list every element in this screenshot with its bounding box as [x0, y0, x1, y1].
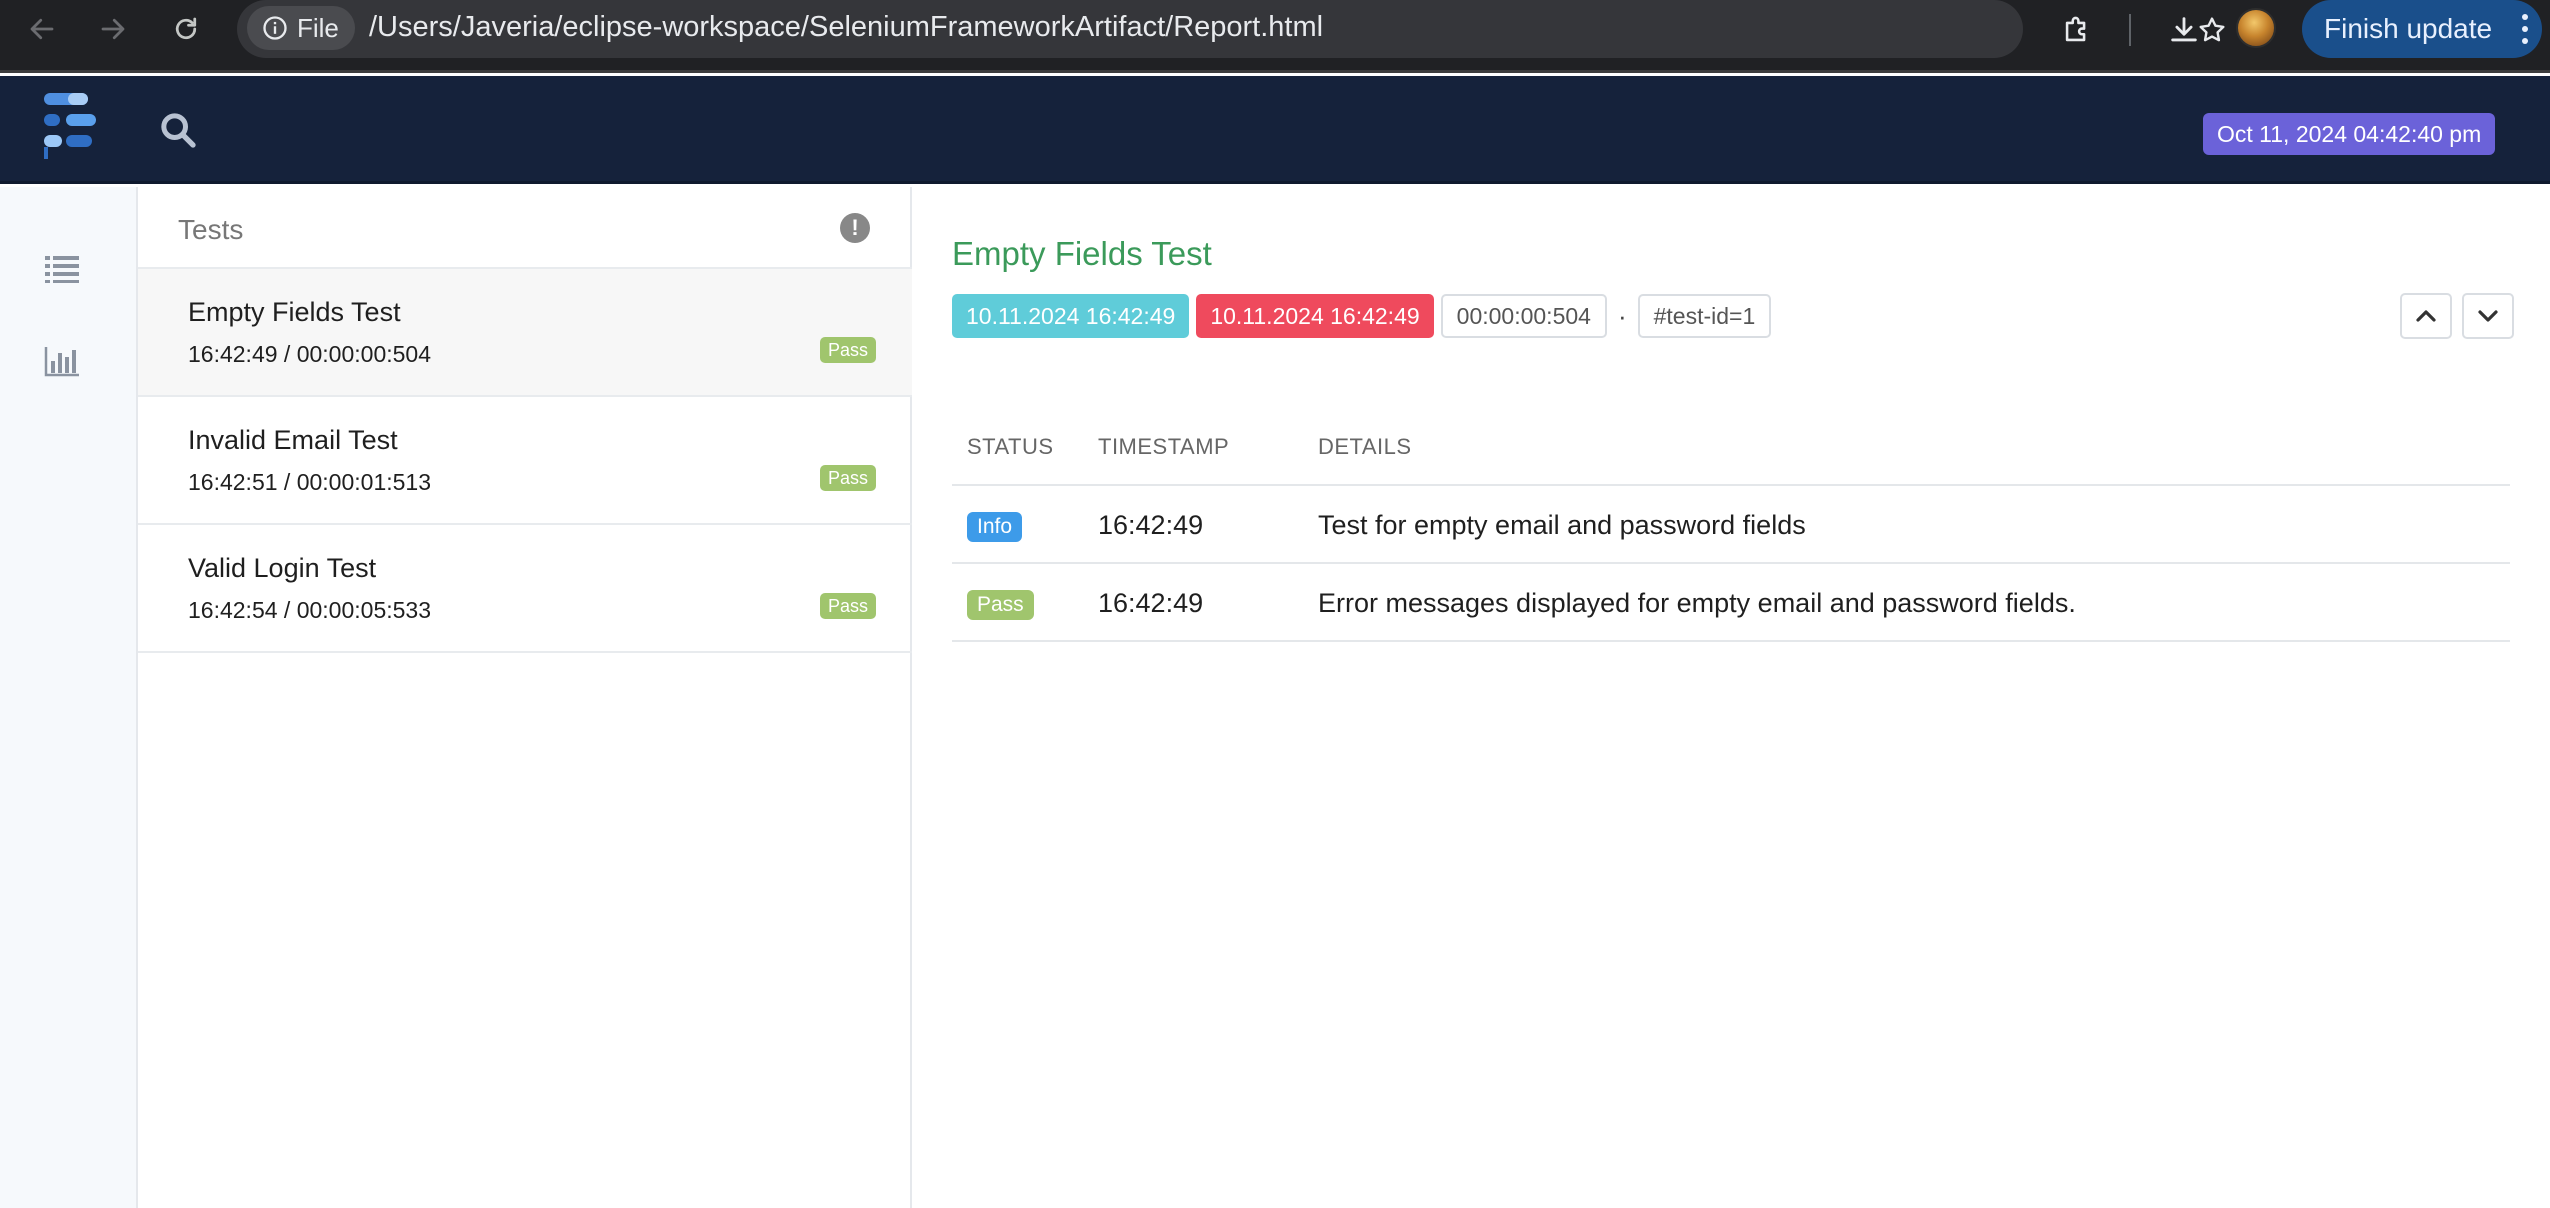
status-badge: Pass	[820, 593, 877, 619]
test-name: Empty Fields Test	[188, 297, 401, 327]
test-list-item[interactable]: Empty Fields Test 16:42:49 / 00:00:00:50…	[138, 269, 912, 397]
test-name: Invalid Email Test	[188, 425, 398, 455]
test-log-table: STATUS TIMESTAMP DETAILS Info 16:42:49 T…	[952, 404, 2510, 642]
log-details: Error messages displayed for empty email…	[1318, 588, 2076, 618]
log-timestamp: 16:42:49	[1098, 510, 1204, 540]
finish-update-button[interactable]: Finish update	[2302, 0, 2542, 58]
column-header-status: STATUS	[967, 434, 1054, 459]
browser-toolbar: File /Users/Javeria/eclipse-workspace/Se…	[0, 0, 2550, 73]
puzzle-icon	[2065, 16, 2086, 42]
nav-tests-view[interactable]	[42, 249, 82, 289]
toolbar-divider	[2129, 14, 2131, 46]
test-name: Valid Login Test	[188, 553, 377, 583]
more-menu-icon[interactable]	[2522, 14, 2528, 44]
status-badge: Pass	[967, 590, 1034, 620]
tests-panel: Tests ! Empty Fields Test 16:42:49 / 00:…	[138, 187, 912, 1208]
chevron-up-icon	[2416, 310, 2436, 322]
nav-dashboard-view[interactable]	[42, 341, 82, 381]
previous-test-button[interactable]	[2400, 293, 2452, 339]
search-icon[interactable]	[158, 110, 198, 150]
table-header: STATUS TIMESTAMP DETAILS	[952, 404, 2510, 486]
reload-icon	[175, 17, 197, 40]
reload-button[interactable]	[169, 12, 203, 46]
log-details: Test for empty email and password fields	[1318, 510, 1806, 540]
address-bar[interactable]: File /Users/Javeria/eclipse-workspace/Se…	[237, 0, 2225, 58]
table-row: Pass 16:42:49 Error messages displayed f…	[952, 564, 2510, 642]
report-header: Oct 11, 2024 04:42:40 pm	[0, 76, 2550, 184]
test-list-item[interactable]: Invalid Email Test 16:42:51 / 00:00:01:5…	[138, 397, 912, 525]
test-info-chips: 10.11.2024 16:42:49 10.11.2024 16:42:49 …	[952, 294, 1772, 338]
next-test-button[interactable]	[2462, 293, 2514, 339]
back-button[interactable]	[25, 12, 59, 46]
list-icon	[45, 256, 79, 283]
status-badge: Pass	[820, 465, 877, 491]
forward-button[interactable]	[96, 12, 130, 46]
test-navigation	[2400, 293, 2514, 339]
bar-chart-icon	[44, 347, 79, 377]
arrow-left-icon	[30, 18, 54, 40]
status-badge: Pass	[820, 337, 877, 363]
column-header-details: DETAILS	[1318, 434, 1412, 459]
chip-separator: ·	[1617, 300, 1627, 331]
extent-logo-icon[interactable]	[44, 91, 98, 161]
tests-panel-header: Tests !	[138, 187, 912, 269]
test-time-duration: 16:42:54 / 00:00:05:533	[188, 597, 431, 623]
exclamation-icon[interactable]: !	[840, 213, 870, 243]
finish-update-label: Finish update	[2324, 13, 2493, 44]
column-header-timestamp: TIMESTAMP	[1098, 434, 1230, 459]
chevron-down-icon	[2478, 310, 2498, 322]
start-time-chip: 10.11.2024 16:42:49	[952, 294, 1190, 338]
side-nav	[0, 187, 138, 1208]
test-time-duration: 16:42:49 / 00:00:00:504	[188, 341, 431, 367]
url-text[interactable]: /Users/Javeria/eclipse-workspace/Seleniu…	[369, 11, 1323, 44]
end-time-chip: 10.11.2024 16:42:49	[1196, 294, 1434, 338]
test-detail-title: Empty Fields Test	[952, 235, 1212, 272]
download-icon	[2171, 17, 2197, 42]
report-date-badge: Oct 11, 2024 04:42:40 pm	[2203, 113, 2496, 155]
arrow-right-icon	[101, 18, 125, 40]
tests-panel-title: Tests	[178, 214, 244, 245]
table-row: Info 16:42:49 Test for empty email and p…	[952, 486, 2510, 564]
downloads-button[interactable]	[2162, 8, 2206, 52]
info-circle-icon	[263, 16, 287, 40]
log-timestamp: 16:42:49	[1098, 588, 1204, 618]
profile-avatar[interactable]	[2236, 8, 2276, 48]
test-time-duration: 16:42:51 / 00:00:01:513	[188, 469, 431, 495]
status-badge: Info	[967, 512, 1023, 542]
test-list-item[interactable]: Valid Login Test 16:42:54 / 00:00:05:533…	[138, 525, 912, 653]
file-chip-label: File	[297, 12, 339, 43]
duration-chip: 00:00:00:504	[1440, 294, 1607, 338]
site-info-chip[interactable]: File	[247, 6, 355, 50]
test-detail-panel: Empty Fields Test 10.11.2024 16:42:49 10…	[912, 187, 2550, 1208]
extensions-button[interactable]	[2055, 8, 2099, 52]
test-id-chip: #test-id=1	[1637, 294, 1772, 338]
